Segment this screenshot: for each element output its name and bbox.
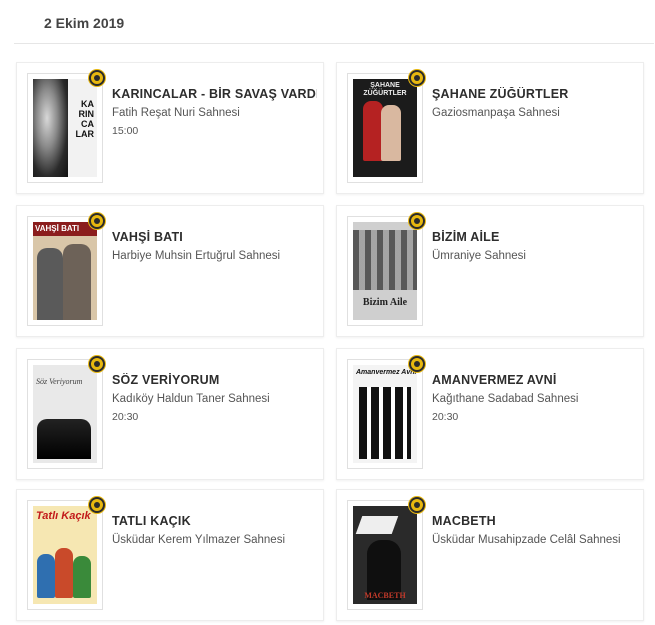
event-poster[interactable]: Bizim Aile — [347, 213, 425, 326]
event-card-macbeth[interactable]: MACBETH MACBETH Üsküdar Musahipzade Celâ… — [336, 489, 644, 621]
event-title[interactable]: SÖZ VERİYORUM — [112, 373, 317, 387]
event-venue: Üsküdar Kerem Yılmazer Sahnesi — [112, 534, 285, 546]
event-card-soz-veriyorum[interactable]: Söz Veriyorum SÖZ VERİYORUM Kadıköy Hald… — [16, 348, 324, 480]
event-time: 20:30 — [432, 411, 459, 423]
event-poster[interactable]: Söz Veriyorum — [27, 356, 105, 469]
event-venue: Üsküdar Musahipzade Celâl Sahnesi — [432, 534, 621, 546]
event-card-amanvermez-avni[interactable]: Amanvermez Avni AMANVERMEZ AVNİ Kağıthan… — [336, 348, 644, 480]
event-title[interactable]: ŞAHANE ZÜĞÜRTLER — [432, 87, 637, 101]
event-time: 20:30 — [112, 411, 139, 423]
poster-text: Bizim Aile — [362, 297, 408, 308]
event-venue: Ümraniye Sahnesi — [432, 250, 526, 262]
event-venue: Kağıthane Sadabad Sahnesi — [432, 393, 579, 405]
theatre-seal-icon — [409, 213, 425, 229]
event-title[interactable]: BİZİM AİLE — [432, 230, 637, 244]
poster-text: VAHŞİ BATI — [35, 224, 80, 233]
event-title[interactable]: TATLI KAÇIK — [112, 514, 317, 528]
poster-text: Söz Veriyorum — [36, 377, 83, 386]
event-poster[interactable]: ŞAHANE ZÜĞÜRTLER — [347, 70, 425, 183]
event-venue: Harbiye Muhsin Ertuğrul Sahnesi — [112, 250, 281, 262]
theatre-seal-icon — [89, 70, 105, 86]
event-poster[interactable]: MACBETH — [347, 497, 425, 610]
date-label: 2 Ekim 2019 — [44, 15, 125, 31]
event-card-sahane-zugurtler[interactable]: ŞAHANE ZÜĞÜRTLER ŞAHANE ZÜĞÜRTLER Gazios… — [336, 62, 644, 194]
event-title[interactable]: MACBETH — [432, 514, 637, 528]
poster-text: Tatlı Kaçık — [36, 510, 91, 522]
theatre-seal-icon — [409, 356, 425, 372]
event-poster[interactable]: Amanvermez Avni — [347, 356, 425, 469]
theatre-seal-icon — [89, 213, 105, 229]
event-poster[interactable]: Tatlı Kaçık — [27, 497, 105, 610]
event-card-karincalar[interactable]: KA RIN CA LAR KARINCALAR - BİR SAVAŞ VAR… — [16, 62, 324, 194]
poster-text: Amanvermez Avni — [356, 369, 417, 376]
event-poster[interactable]: VAHŞİ BATI — [27, 213, 105, 326]
event-poster[interactable]: KA RIN CA LAR — [27, 70, 105, 183]
event-venue: Kadıköy Haldun Taner Sahnesi — [112, 393, 270, 405]
event-time: 15:00 — [112, 125, 139, 137]
event-card-vahsi-bati[interactable]: VAHŞİ BATI VAHŞİ BATI Harbiye Muhsin Ert… — [16, 205, 324, 337]
theatre-seal-icon — [89, 356, 105, 372]
event-venue: Fatih Reşat Nuri Sahnesi — [112, 107, 240, 119]
event-title[interactable]: VAHŞİ BATI — [112, 230, 317, 244]
event-card-bizim-aile[interactable]: Bizim Aile BİZİM AİLE Ümraniye Sahnesi — [336, 205, 644, 337]
theatre-seal-icon — [409, 70, 425, 86]
event-title[interactable]: AMANVERMEZ AVNİ — [432, 373, 637, 387]
theatre-seal-icon — [409, 497, 425, 513]
event-venue: Gaziosmanpaşa Sahnesi — [432, 107, 560, 119]
poster-text: MACBETH — [364, 591, 406, 600]
event-card-tatli-kacik[interactable]: Tatlı Kaçık TATLI KAÇIK Üsküdar Kerem Yı… — [16, 489, 324, 621]
poster-text: KA RIN CA LAR — [75, 99, 95, 139]
event-title[interactable]: KARINCALAR - BİR SAVAŞ VARDI — [112, 87, 317, 101]
theatre-seal-icon — [89, 497, 105, 513]
poster-text: ŞAHANE ZÜĞÜRTLER — [363, 82, 407, 97]
date-header: 2 Ekim 2019 — [14, 0, 654, 44]
